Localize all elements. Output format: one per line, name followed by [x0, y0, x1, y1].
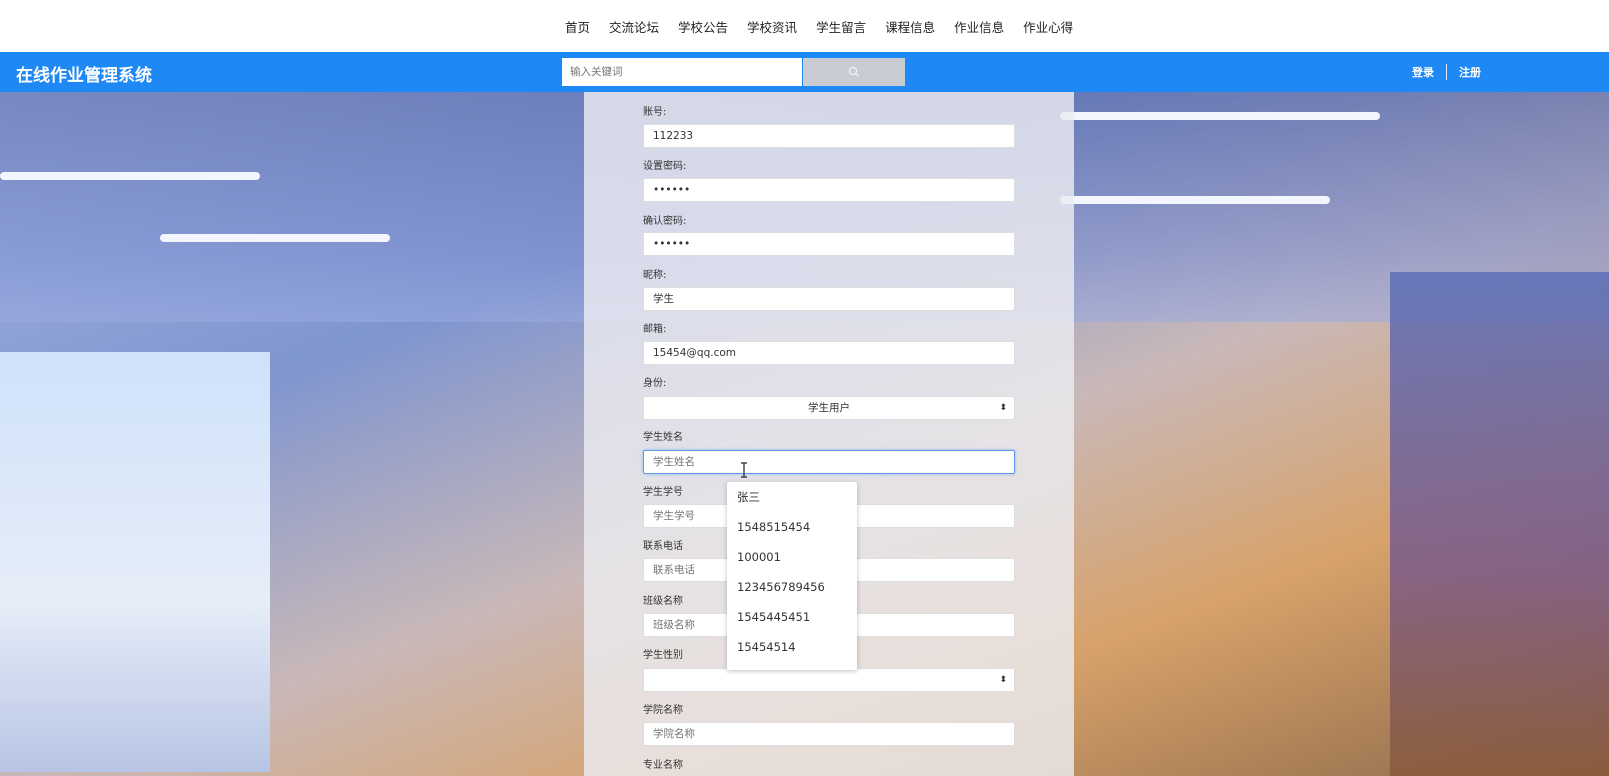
nickname-label: 昵称:: [643, 270, 667, 281]
classroom-door: [1390, 272, 1609, 776]
nav-item-news[interactable]: 学校资讯: [747, 17, 797, 36]
major-label: 专业名称: [643, 760, 683, 771]
college-field[interactable]: [643, 722, 1015, 746]
autocomplete-option[interactable]: 1545445451: [727, 602, 857, 632]
search-input[interactable]: [562, 58, 802, 86]
classroom-window: [0, 352, 270, 772]
nav-item-home[interactable]: 首页: [565, 17, 590, 36]
role-label: 身份:: [643, 378, 667, 389]
student-no-label: 学生学号: [643, 487, 683, 498]
ceiling-light: [1060, 196, 1330, 204]
select-arrows-icon: ⬍: [999, 403, 1007, 413]
divider: [1446, 64, 1447, 80]
email-field[interactable]: 15454@qq.com: [643, 341, 1015, 365]
search-button[interactable]: [803, 58, 905, 86]
header-bar: 在线作业管理系统 登录 注册: [0, 52, 1609, 92]
site-logo[interactable]: 在线作业管理系统: [16, 61, 152, 86]
nickname-field[interactable]: 学生: [643, 287, 1015, 311]
gender-label: 学生性别: [643, 650, 683, 661]
text-cursor-icon: [741, 462, 747, 478]
nav-item-courses[interactable]: 课程信息: [885, 17, 935, 36]
ceiling-light: [160, 234, 390, 242]
email-label: 邮箱:: [643, 324, 667, 335]
account-label: 账号:: [643, 107, 667, 118]
select-arrows-icon: ⬍: [999, 675, 1007, 685]
login-link[interactable]: 登录: [1412, 64, 1434, 80]
college-label: 学院名称: [643, 705, 683, 716]
student-name-field[interactable]: [643, 450, 1015, 474]
nav-item-messages[interactable]: 学生留言: [816, 17, 866, 36]
student-name-label: 学生姓名: [643, 432, 683, 443]
register-link[interactable]: 注册: [1459, 64, 1481, 80]
ceiling-light: [1060, 112, 1380, 120]
confirm-password-label: 确认密码:: [643, 216, 687, 227]
ceiling-light: [0, 172, 260, 180]
password-label: 设置密码:: [643, 161, 687, 172]
autocomplete-dropdown: 张三 1548515454 100001 123456789456 154544…: [727, 482, 857, 670]
nav-item-reflections[interactable]: 作业心得: [1023, 17, 1073, 36]
autocomplete-option[interactable]: 15454514: [727, 632, 857, 662]
nav-item-announcements[interactable]: 学校公告: [678, 17, 728, 36]
autocomplete-option[interactable]: 100001: [727, 542, 857, 572]
gender-select[interactable]: ⬍: [643, 668, 1015, 692]
top-navigation: 首页 交流论坛 学校公告 学校资讯 学生留言 课程信息 作业信息 作业心得: [0, 0, 1609, 52]
account-field[interactable]: 112233: [643, 124, 1015, 148]
phone-label: 联系电话: [643, 541, 683, 552]
autocomplete-option[interactable]: 1548515454: [727, 512, 857, 542]
nav-item-assignments[interactable]: 作业信息: [954, 17, 1004, 36]
auth-links: 登录 注册: [1412, 52, 1481, 92]
confirm-password-field[interactable]: ••••••: [643, 232, 1015, 256]
autocomplete-option[interactable]: 张三: [727, 482, 857, 512]
password-field[interactable]: ••••••: [643, 178, 1015, 202]
nav-menu: 首页 交流论坛 学校公告 学校资讯 学生留言 课程信息 作业信息 作业心得: [565, 0, 1092, 52]
class-label: 班级名称: [643, 596, 683, 607]
search-icon: [848, 66, 859, 77]
role-select[interactable]: 学生用户 ⬍: [643, 396, 1015, 420]
nav-item-forum[interactable]: 交流论坛: [609, 17, 659, 36]
role-select-value: 学生用户: [808, 402, 850, 414]
autocomplete-option[interactable]: 123456789456: [727, 572, 857, 602]
